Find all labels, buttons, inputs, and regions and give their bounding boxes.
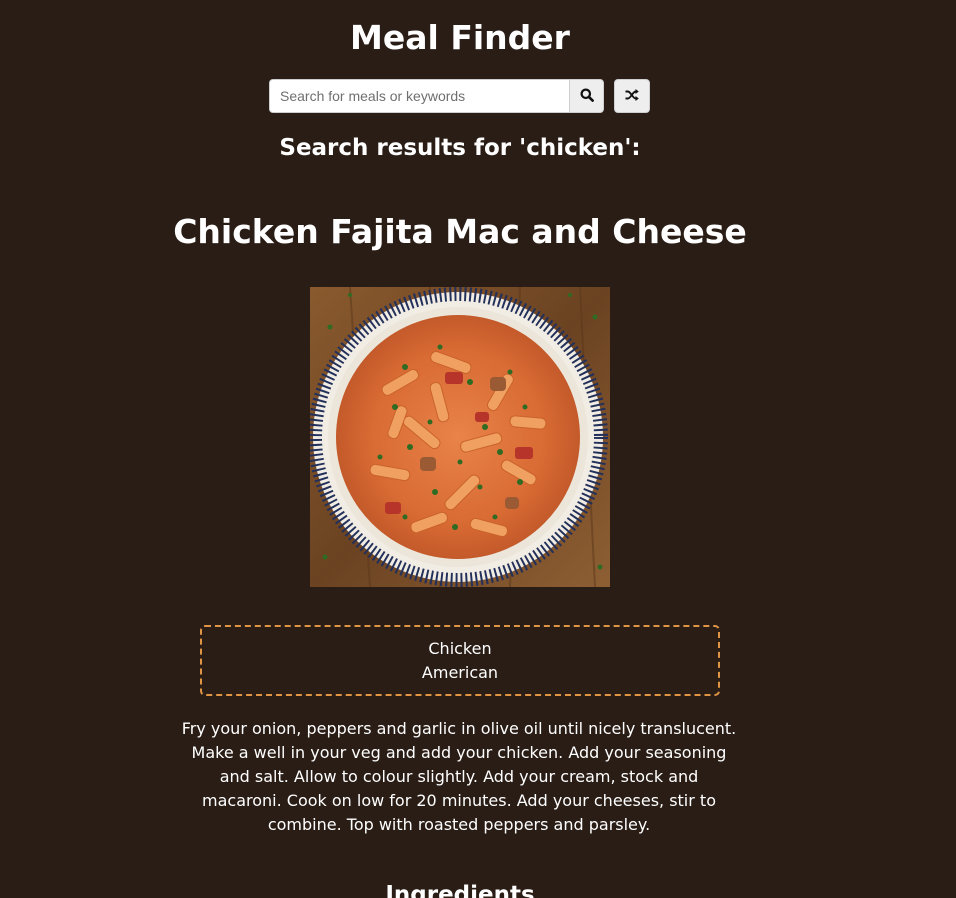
meal-image <box>310 287 610 587</box>
search-icon <box>580 88 594 105</box>
meal-area: American <box>421 662 499 682</box>
results-heading: Search results for 'chicken': <box>279 135 641 161</box>
meal-category: Chicken <box>428 638 492 658</box>
shuffle-icon <box>625 88 639 104</box>
search-input[interactable] <box>269 79 569 113</box>
meal-title: Chicken Fajita Mac and Cheese <box>173 212 747 251</box>
search-form <box>269 79 650 113</box>
meal-tags: Chicken American <box>200 625 720 696</box>
meal-finder-page: Meal Finder Search results for 'chi <box>0 0 956 898</box>
random-meal-button[interactable] <box>614 79 650 113</box>
app-title: Meal Finder <box>350 18 570 57</box>
search-button[interactable] <box>569 79 604 113</box>
ingredients-heading: Ingredients <box>385 882 535 898</box>
meal-instructions: Fry your onion, peppers and garlic in ol… <box>181 719 737 834</box>
